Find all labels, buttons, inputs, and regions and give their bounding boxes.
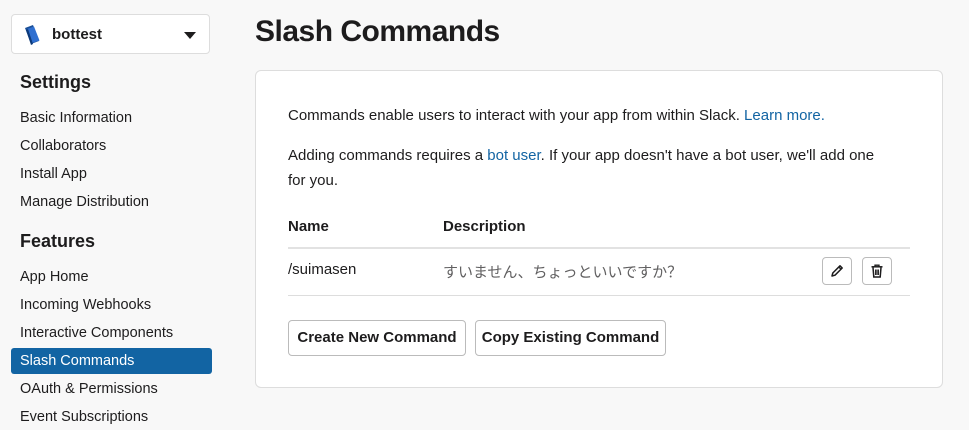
- chevron-down-icon: [184, 32, 196, 39]
- trash-icon: [871, 264, 883, 278]
- command-description: すいません、ちょっといいですか？: [443, 264, 683, 281]
- sidebar-item-install-app[interactable]: Install App: [11, 161, 212, 187]
- features-section-title: Features: [20, 231, 96, 251]
- intro-text: Commands enable users to interact with y…: [288, 107, 740, 124]
- sidebar-item-basic-information[interactable]: Basic Information: [11, 105, 212, 131]
- sidebar-item-manage-distribution[interactable]: Manage Distribution: [11, 189, 212, 215]
- header-divider: [288, 247, 910, 249]
- pencil-icon: [831, 265, 843, 277]
- command-name: /suimasen: [288, 261, 357, 278]
- settings-section-title: Settings: [20, 72, 92, 92]
- edit-command-button[interactable]: [822, 257, 852, 285]
- intro-paragraph: Commands enable users to interact with y…: [288, 103, 825, 128]
- bot-user-link[interactable]: bot user: [487, 147, 540, 164]
- table-header-name: Name: [288, 218, 329, 235]
- sidebar-item-oauth-permissions[interactable]: OAuth & Permissions: [11, 376, 212, 402]
- sidebar-item-event-subscriptions[interactable]: Event Subscriptions: [11, 404, 212, 430]
- copy-existing-command-button[interactable]: Copy Existing Command: [475, 320, 666, 356]
- sidebar-item-collaborators[interactable]: Collaborators: [11, 133, 212, 159]
- page-title: Slash Commands: [255, 15, 500, 48]
- table-header-description: Description: [443, 218, 526, 235]
- create-new-command-button[interactable]: Create New Command: [288, 320, 466, 356]
- sidebar-item-interactive-components[interactable]: Interactive Components: [11, 320, 212, 346]
- sidebar-item-slash-commands[interactable]: Slash Commands: [11, 348, 212, 374]
- learn-more-link[interactable]: Learn more.: [744, 107, 825, 124]
- bot-text-end: . If your app doesn't have a bot user, w…: [540, 147, 875, 164]
- bot-user-paragraph: Adding commands requires a bot user. If …: [288, 143, 874, 168]
- bot-text-start: Adding commands requires a: [288, 147, 484, 164]
- book-icon: [22, 24, 42, 46]
- delete-command-button[interactable]: [862, 257, 892, 285]
- sidebar-item-incoming-webhooks[interactable]: Incoming Webhooks: [11, 292, 212, 318]
- sidebar-item-app-home[interactable]: App Home: [11, 264, 212, 290]
- row-divider: [288, 295, 910, 296]
- app-name: bottest: [52, 26, 102, 43]
- slash-commands-card: Commands enable users to interact with y…: [255, 70, 943, 388]
- app-selector[interactable]: bottest: [11, 14, 210, 54]
- bot-text-continued: for you.: [288, 172, 339, 189]
